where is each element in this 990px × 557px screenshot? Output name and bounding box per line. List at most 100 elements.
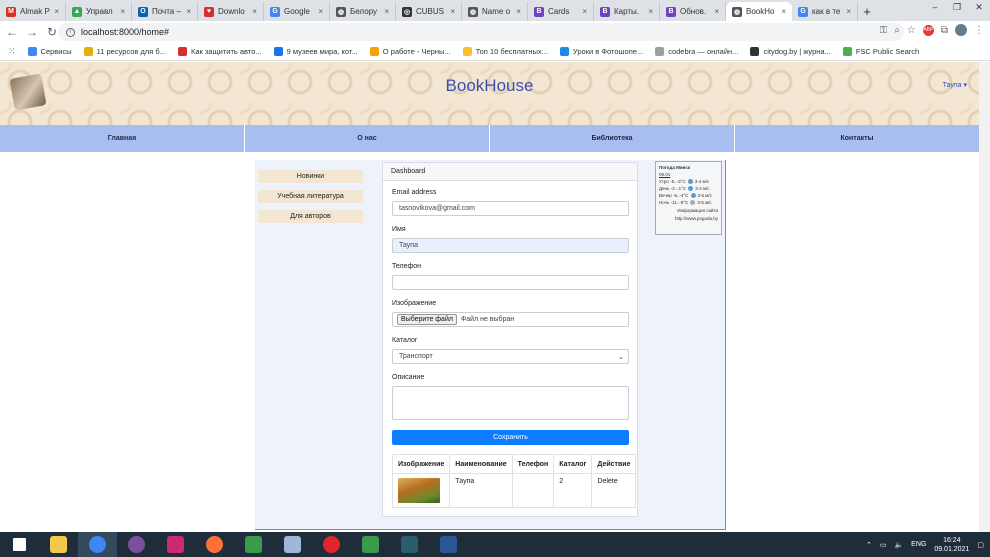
tab-label: Almak P [20,7,50,16]
close-tab-icon[interactable]: × [318,7,323,16]
close-tab-icon[interactable]: × [714,7,719,16]
bookmark-item[interactable]: codebra — онлайн... [655,47,738,56]
close-tab-icon[interactable]: × [252,7,257,16]
browser-tab[interactable]: ◍ Белору × [330,2,396,21]
browser-tab[interactable]: M Almak P × [0,2,66,21]
bookmark-item[interactable]: О работе - Черны... [369,47,451,56]
sidebar-item-textbooks[interactable]: Учебная литература [258,190,363,203]
zoom-icon[interactable]: ⌕ [894,25,900,36]
taskbar-app[interactable] [312,532,351,557]
menu-item-library[interactable]: Библиотека [490,125,735,152]
bookmark-item[interactable]: Топ 10 бесплатных... [462,47,548,56]
browser-tab[interactable]: B Обнов. × [660,2,726,21]
browser-tab[interactable]: Gкак в те × [792,2,858,21]
user-menu[interactable]: Таупа ▾ [943,81,967,89]
browser-tab[interactable]: ♥ Downlo × [198,2,264,21]
volume-icon[interactable]: 🔈 [894,541,903,549]
browser-tab[interactable]: B Cards × [528,2,594,21]
tray-chevron-icon[interactable]: ⌃ [866,541,872,549]
network-icon[interactable]: ▭ [880,541,887,549]
sidebar-item-new[interactable]: Новинки [258,170,363,183]
bookmark-item[interactable]: citydog.by | журна... [750,47,831,56]
tab-label: Карты. [614,7,640,16]
weather-source-link[interactable]: http://www.pogoda.by [659,215,718,222]
menu-item-home[interactable]: Главная [0,125,245,152]
taskbar-app[interactable] [195,532,234,557]
menu-item-contacts[interactable]: Контакты [735,125,979,152]
items-table: Изображение Наименование Телефон Каталог… [391,454,637,508]
language-indicator[interactable]: ENG [911,541,926,548]
browser-tab[interactable]: ▲ Управл × [66,2,132,21]
tab-label: Почта – [152,7,181,16]
apps-grid-icon[interactable]: ⁙ [8,46,16,57]
maximize-button[interactable]: ❐ [946,0,968,14]
row-delete-link[interactable]: Delete [591,473,637,508]
clock[interactable]: 16:24 09.01.2021 [934,536,969,554]
taskbar-app[interactable] [78,532,117,557]
taskbar-app[interactable] [39,532,78,557]
profile-avatar[interactable] [955,24,967,36]
bookmark-item[interactable]: 11 ресурсов для б... [83,47,166,56]
adblock-icon[interactable]: ABP [922,24,934,36]
drive-icon: ▲ [72,6,82,17]
browser-menu-icon[interactable]: ⋮ [974,25,984,36]
catalog-select[interactable]: Транспорт ⌄ [392,349,629,364]
taskbar-app[interactable] [429,532,468,557]
bookmark-favicon-icon [177,47,187,56]
menu-item-about[interactable]: О нас [245,125,490,152]
taskbar-app[interactable] [117,532,156,557]
star-icon[interactable]: ☆ [907,25,916,36]
bookmark-item[interactable]: Сервисы [27,47,72,56]
bookmark-item[interactable]: FSC Public Search [842,47,919,56]
notifications-icon[interactable]: ▢ [977,541,984,549]
close-tab-icon[interactable]: × [846,7,851,16]
choose-file-button[interactable]: Выберите файл [397,314,457,325]
phone-field[interactable] [392,275,629,290]
close-tab-icon[interactable]: × [186,7,191,16]
close-tab-icon[interactable]: × [120,7,125,16]
email-field[interactable]: tasnovikova@gmail.com [392,201,629,216]
bookmark-item[interactable]: 9 музеев мира, кот... [273,47,358,56]
close-tab-icon[interactable]: × [450,7,455,16]
sidebar-item-authors[interactable]: Для авторов [258,210,363,223]
taskbar-app[interactable] [351,532,390,557]
browser-tab[interactable]: B Карты. × [594,2,660,21]
browser-tab[interactable]: ◎ CUBUS × [396,2,462,21]
taskbar-app[interactable] [234,532,273,557]
description-textarea[interactable] [392,386,629,420]
minimize-button[interactable]: – [924,0,946,14]
taskbar-app[interactable] [390,532,429,557]
save-button[interactable]: Сохранить [392,430,629,445]
browser-tab[interactable]: ◍ Name o × [462,2,528,21]
new-tab-button[interactable]: + [858,2,876,21]
bookmarks-bar: ⁙ Сервисы 11 ресурсов для б... Как защитит… [0,43,990,61]
site-info-icon[interactable]: i [66,27,75,37]
close-window-button[interactable]: ✕ [968,0,990,14]
name-field[interactable]: Таупа [392,238,629,253]
taskbar-app[interactable] [273,532,312,557]
browser-tab[interactable]: O Почта – × [132,2,198,21]
page-scrollbar[interactable] [979,62,990,532]
back-icon[interactable]: ← [6,25,18,39]
forward-icon[interactable]: → [26,25,38,39]
close-tab-icon[interactable]: × [781,7,786,16]
bookmark-item[interactable]: Уроки в Фотошопе... [559,47,643,56]
bookmark-item[interactable]: Как защитить авто... [177,47,262,56]
browser-tab[interactable]: ◍ BookHo × [726,2,792,21]
col-catalog: Каталог [553,454,593,474]
close-tab-icon[interactable]: × [648,7,653,16]
taskbar-app[interactable] [156,532,195,557]
taskbar-app[interactable] [0,532,39,557]
card-header: Dashboard [383,163,637,181]
close-tab-icon[interactable]: × [582,7,587,16]
extensions-icon[interactable]: ⧉ [941,25,948,36]
address-bar[interactable]: i localhost:8000/home# [58,23,904,41]
url-text: localhost:8000/home# [81,27,170,37]
close-tab-icon[interactable]: × [516,7,521,16]
key-icon[interactable]: ⚿ [880,25,888,36]
browser-tab[interactable]: G Google × [264,2,330,21]
close-tab-icon[interactable]: × [54,7,59,16]
close-tab-icon[interactable]: × [384,7,389,16]
weather-widget[interactable]: Погода Минск 09.01 Утро -5..-3°C 3-4 м/с … [655,161,722,235]
reload-icon[interactable]: ↻ [46,25,58,39]
